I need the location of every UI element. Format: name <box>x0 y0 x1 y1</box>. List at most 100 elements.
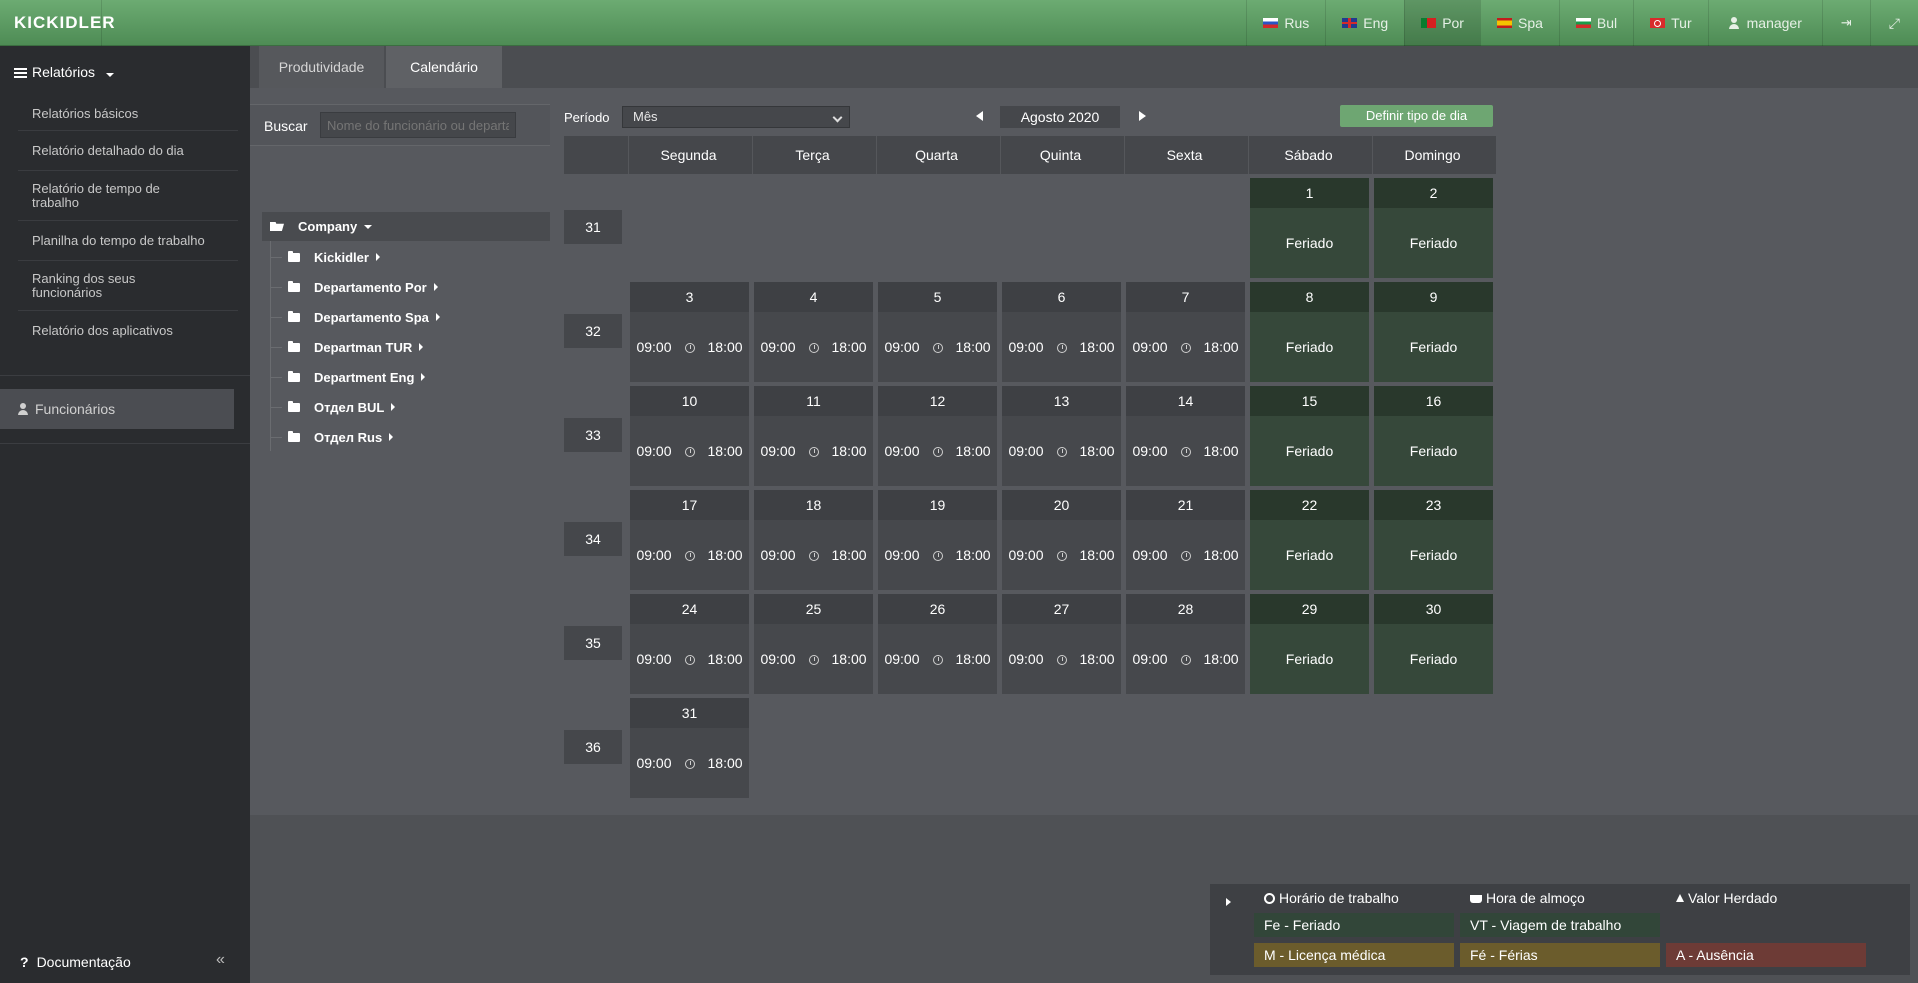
calendar-day[interactable]: 18 09:00 18:00 <box>754 490 873 590</box>
tree-node-label: Departamento Spa <box>314 309 429 325</box>
caret-down-icon <box>105 73 114 77</box>
day-number: 4 <box>754 282 873 312</box>
lang-spa[interactable]: Spa <box>1479 0 1559 46</box>
tree-node-departamento-por[interactable]: Departamento Por <box>270 276 438 298</box>
calendar-day[interactable]: 11 09:00 18:00 <box>754 386 873 486</box>
day-number: 15 <box>1250 386 1369 416</box>
caret-right-icon <box>421 373 426 381</box>
end-time: 18:00 <box>831 547 867 563</box>
calendar-day[interactable]: 12 09:00 18:00 <box>878 386 997 486</box>
calendar-day-holiday[interactable]: 2 Feriado <box>1374 178 1493 278</box>
calendar-day[interactable]: 6 09:00 18:00 <box>1002 282 1121 382</box>
calendar-day[interactable]: 4 09:00 18:00 <box>754 282 873 382</box>
report-tabs: Produtividade Calendário <box>250 46 1918 88</box>
calendar-day-holiday[interactable]: 8 Feriado <box>1250 282 1369 382</box>
calendar-day[interactable]: 20 09:00 18:00 <box>1002 490 1121 590</box>
end-time: 18:00 <box>955 651 991 667</box>
sidebar-item-employees[interactable]: Funcionários <box>0 389 234 429</box>
day-work-hours: 09:00 18:00 <box>1002 520 1121 590</box>
clock-icon <box>808 551 819 561</box>
tree-node-label: Department Eng <box>314 369 415 385</box>
fullscreen-button[interactable]: ⤢ <box>1869 0 1918 46</box>
calendar-day-holiday[interactable]: 22 Feriado <box>1250 490 1369 590</box>
calendar-day-holiday[interactable]: 23 Feriado <box>1374 490 1493 590</box>
lang-rus[interactable]: Rus <box>1246 0 1325 46</box>
calendar-day-holiday[interactable]: 9 Feriado <box>1374 282 1493 382</box>
calendar-day[interactable]: 5 09:00 18:00 <box>878 282 997 382</box>
start-time: 09:00 <box>884 443 920 459</box>
calendar-day[interactable]: 14 09:00 18:00 <box>1126 386 1245 486</box>
tab-calendar[interactable]: Calendário <box>386 46 502 88</box>
lang-tur[interactable]: Tur <box>1633 0 1707 46</box>
tree-node-department-eng[interactable]: Department Eng <box>269 366 426 388</box>
sidebar-item-work-time-report[interactable]: Relatório de tempo de trabalho <box>18 171 238 221</box>
calendar-day[interactable]: 19 09:00 18:00 <box>878 490 997 590</box>
calendar-day[interactable]: 13 09:00 18:00 <box>1002 386 1121 486</box>
folder-icon <box>288 340 300 352</box>
day-number: 6 <box>1002 282 1121 312</box>
start-time: 09:00 <box>1008 651 1044 667</box>
sidebar-item-timesheet[interactable]: Planilha do tempo de trabalho <box>18 221 238 261</box>
calendar-day[interactable]: 3 09:00 18:00 <box>630 282 749 382</box>
start-time: 09:00 <box>1132 547 1168 563</box>
clock-icon <box>1264 893 1275 904</box>
lang-bul[interactable]: Bul <box>1558 0 1633 46</box>
calendar-day[interactable]: 26 09:00 18:00 <box>878 594 997 694</box>
lang-eng[interactable]: Eng <box>1325 0 1404 46</box>
tree-node-label: Отдел Rus <box>314 429 383 445</box>
sidebar-item-basic-reports[interactable]: Relatórios básicos <box>18 98 238 131</box>
collapse-sidebar-button[interactable]: « <box>216 951 225 969</box>
clock-icon <box>684 447 695 457</box>
day-number: 9 <box>1374 282 1493 312</box>
weekday-header: Sexta <box>1124 136 1244 174</box>
lang-por[interactable]: Por <box>1404 0 1480 46</box>
end-time: 18:00 <box>831 651 867 667</box>
define-day-type-button[interactable]: Definir tipo de dia <box>1340 105 1493 127</box>
tree-node-departman-tur[interactable]: Departman TUR <box>269 336 424 358</box>
start-time: 09:00 <box>884 339 920 355</box>
calendar-day[interactable]: 7 09:00 18:00 <box>1126 282 1245 382</box>
calendar-day[interactable]: 28 09:00 18:00 <box>1126 594 1245 694</box>
end-time: 18:00 <box>831 339 867 355</box>
start-time: 09:00 <box>760 547 796 563</box>
search-input[interactable] <box>320 112 516 138</box>
kickidler-logo[interactable]: KICKIDLER <box>0 0 115 46</box>
sidebar-item-label: Funcionários <box>35 401 116 417</box>
tree-node-departamento-spa[interactable]: Departamento Spa <box>270 306 440 328</box>
calendar-day[interactable]: 10 09:00 18:00 <box>630 386 749 486</box>
start-time: 09:00 <box>760 443 796 459</box>
calendar-day[interactable]: 24 09:00 18:00 <box>630 594 749 694</box>
calendar-day-holiday[interactable]: 15 Feriado <box>1250 386 1369 486</box>
sidebar-item-ranking[interactable]: Ranking dos seus funcionários <box>18 261 238 311</box>
calendar-day[interactable]: 31 09:00 18:00 <box>630 698 749 798</box>
sidebar-item-daily-report[interactable]: Relatório detalhado do dia <box>18 131 238 171</box>
period-value: Mês <box>633 109 658 124</box>
tree-root-company[interactable]: Company <box>262 212 550 241</box>
calendar-day-holiday[interactable]: 1 Feriado <box>1250 178 1369 278</box>
flag-es-icon <box>1496 18 1512 28</box>
legend-toggle-arrow-icon[interactable] <box>1226 898 1231 906</box>
calendar-day-holiday[interactable]: 16 Feriado <box>1374 386 1493 486</box>
tree-node-kickidler[interactable]: Kickidler <box>270 246 380 268</box>
documentation-link[interactable]: ? Documentação <box>20 954 131 970</box>
calendar-day[interactable]: 25 09:00 18:00 <box>754 594 873 694</box>
legend-work-hours: Horário de trabalho <box>1254 886 1454 910</box>
caret-down-icon <box>364 224 373 229</box>
calendar-day[interactable]: 17 09:00 18:00 <box>630 490 749 590</box>
tree-node-label: Departamento Por <box>314 279 427 295</box>
lang-label: Tur <box>1671 15 1692 31</box>
calendar-day-holiday[interactable]: 29 Feriado <box>1250 594 1369 694</box>
reports-menu-toggle[interactable]: Relatórios <box>14 64 114 80</box>
logout-button[interactable]: ⇥ <box>1821 0 1870 46</box>
period-select[interactable]: Mês <box>622 106 850 128</box>
tree-node-otdel-bul[interactable]: Отдел BUL <box>269 396 396 418</box>
tab-productivity[interactable]: Produtividade <box>259 46 384 88</box>
next-month-arrow-icon[interactable] <box>1139 111 1146 121</box>
tree-node-otdel-rus[interactable]: Отдел Rus <box>269 426 394 448</box>
user-menu[interactable]: manager <box>1707 0 1822 46</box>
calendar-day[interactable]: 27 09:00 18:00 <box>1002 594 1121 694</box>
calendar-day[interactable]: 21 09:00 18:00 <box>1126 490 1245 590</box>
calendar-day-holiday[interactable]: 30 Feriado <box>1374 594 1493 694</box>
prev-month-arrow-icon[interactable] <box>976 111 983 121</box>
sidebar-item-apps-report[interactable]: Relatório dos aplicativos <box>18 311 238 351</box>
